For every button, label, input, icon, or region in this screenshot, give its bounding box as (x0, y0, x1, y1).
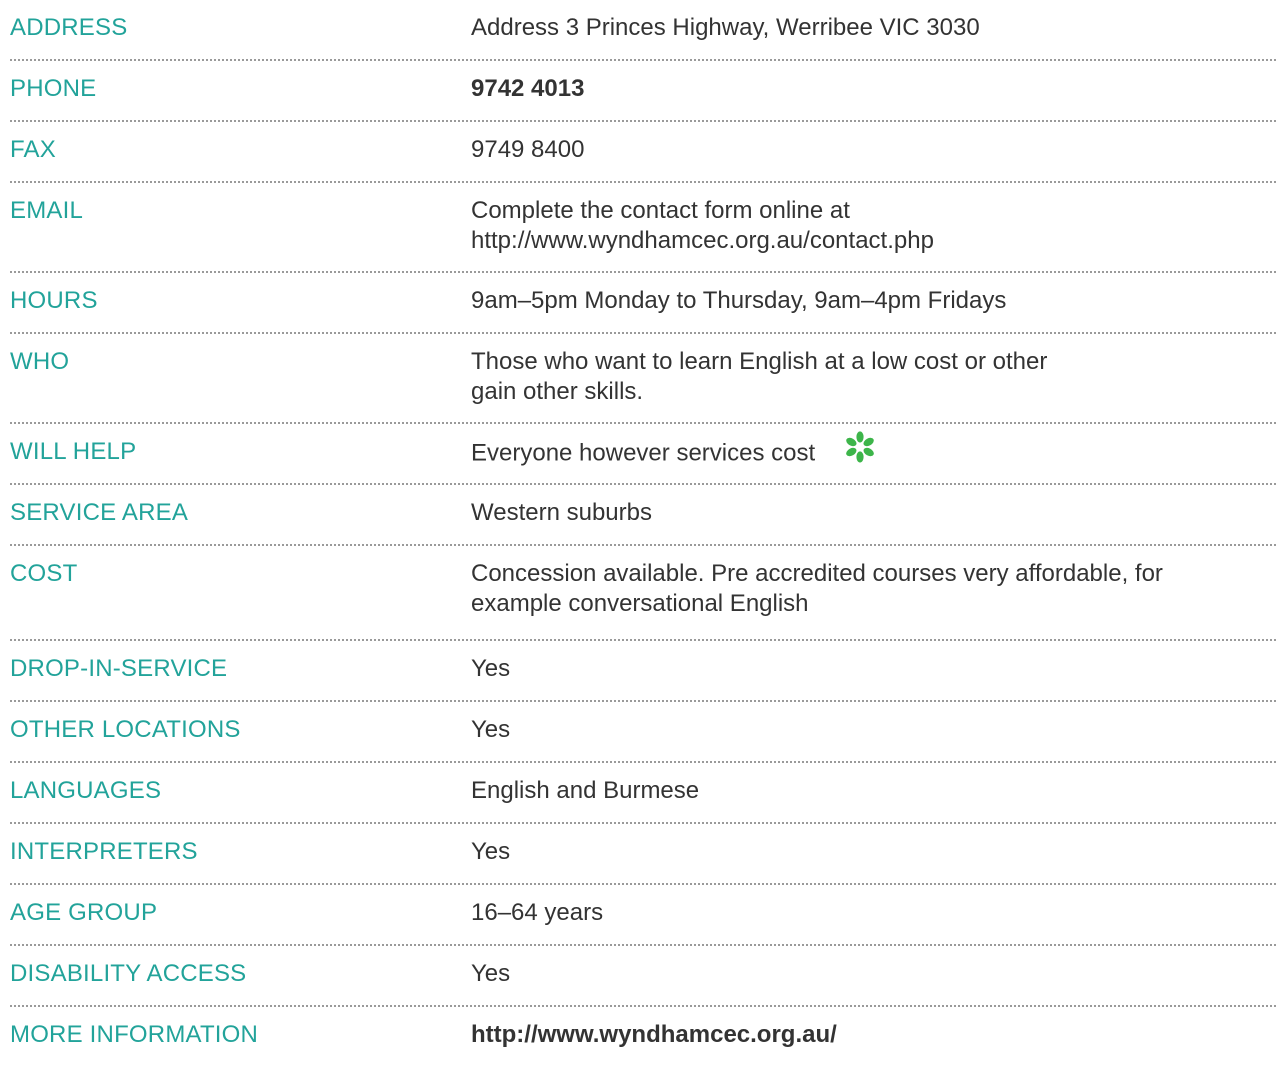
row-drop-in-service: DROP-IN-SERVICE Yes (10, 641, 1276, 702)
row-age-group: AGE GROUP 16–64 years (10, 885, 1276, 946)
row-label: OTHER LOCATIONS (10, 716, 241, 743)
will-help-value-line: Everyone however services cost (471, 431, 1276, 471)
row-value: 9742 4013 (471, 74, 1276, 104)
row-label: FAX (10, 136, 56, 163)
languages-value: English and Burmese (471, 777, 700, 804)
row-label: WILL HELP (10, 438, 137, 465)
row-value: Western suburbs (471, 498, 1276, 528)
fax-value: 9749 8400 (471, 136, 585, 163)
row-value: English and Burmese (471, 776, 1276, 806)
row-fax: FAX 9749 8400 (10, 122, 1276, 183)
row-value: Address 3 Princes Highway, Werribee VIC … (471, 13, 1276, 43)
hours-value: 9am–5pm Monday to Thursday, 9am–4pm Frid… (471, 287, 1007, 314)
cost-value-line: Concession available. Pre accredited cou… (471, 560, 1163, 587)
email-value-line: Complete the contact form online at (471, 197, 850, 224)
row-email: EMAIL Complete the contact form online a… (10, 183, 1276, 273)
row-label: HOURS (10, 287, 98, 314)
row-label: PHONE (10, 75, 97, 102)
row-label: AGE GROUP (10, 899, 158, 926)
row-value: Those who want to learn English at a low… (471, 347, 1276, 407)
row-value: Complete the contact form online at http… (471, 196, 1276, 256)
asterisk-flower-icon (841, 431, 879, 471)
drop-in-service-value: Yes (471, 655, 511, 682)
row-label: INTERPRETERS (10, 838, 198, 865)
address-value: Address 3 Princes Highway, Werribee VIC … (471, 14, 980, 41)
row-label: DROP-IN-SERVICE (10, 655, 228, 682)
will-help-value: Everyone however services cost (471, 439, 816, 467)
row-value: Yes (471, 654, 1276, 684)
row-value: Yes (471, 959, 1276, 989)
website-link[interactable]: http://www.wyndhamcec.org.au/ (471, 1020, 1276, 1050)
row-hours: HOURS 9am–5pm Monday to Thursday, 9am–4p… (10, 273, 1276, 334)
row-will-help: WILL HELP Everyone however services cost (10, 424, 1276, 485)
row-more-information: MORE INFORMATION http://www.wyndhamcec.o… (10, 1007, 1276, 1067)
row-label: DISABILITY ACCESS (10, 960, 247, 987)
row-languages: LANGUAGES English and Burmese (10, 763, 1276, 824)
row-value: 16–64 years (471, 898, 1276, 928)
row-label: WHO (10, 348, 70, 375)
phone-value: 9742 4013 (471, 75, 585, 102)
row-value: Yes (471, 715, 1276, 745)
row-value: Yes (471, 837, 1276, 867)
row-label: LANGUAGES (10, 777, 162, 804)
service-info-table: ADDRESS Address 3 Princes Highway, Werri… (10, 0, 1276, 1067)
row-disability-access: DISABILITY ACCESS Yes (10, 946, 1276, 1007)
row-cost: COST Concession available. Pre accredite… (10, 546, 1276, 641)
row-phone: PHONE 9742 4013 (10, 61, 1276, 122)
who-value-line: gain other skills. (471, 378, 644, 405)
row-label: ADDRESS (10, 14, 128, 41)
disability-access-value: Yes (471, 960, 511, 987)
row-value: Everyone however services cost (471, 431, 1276, 471)
service-area-value: Western suburbs (471, 499, 652, 526)
row-value: 9749 8400 (471, 135, 1276, 165)
row-label: SERVICE AREA (10, 499, 189, 526)
row-interpreters: INTERPRETERS Yes (10, 824, 1276, 885)
row-other-locations: OTHER LOCATIONS Yes (10, 702, 1276, 763)
row-value: 9am–5pm Monday to Thursday, 9am–4pm Frid… (471, 286, 1276, 316)
row-value: http://www.wyndhamcec.org.au/ (471, 1020, 1276, 1050)
age-group-value: 16–64 years (471, 899, 604, 926)
row-label: COST (10, 560, 78, 587)
row-who: WHO Those who want to learn English at a… (10, 334, 1276, 424)
row-label: MORE INFORMATION (10, 1021, 259, 1048)
cost-value-line: example conversational English (471, 590, 809, 617)
contact-form-link[interactable]: http://www.wyndhamcec.org.au/contact.php (471, 226, 1276, 256)
other-locations-value: Yes (471, 716, 511, 743)
who-value-line: Those who want to learn English at a low… (471, 348, 1048, 375)
row-service-area: SERVICE AREA Western suburbs (10, 485, 1276, 546)
row-value: Concession available. Pre accredited cou… (471, 559, 1276, 619)
row-label: EMAIL (10, 197, 84, 224)
row-address: ADDRESS Address 3 Princes Highway, Werri… (10, 0, 1276, 61)
interpreters-value: Yes (471, 838, 511, 865)
